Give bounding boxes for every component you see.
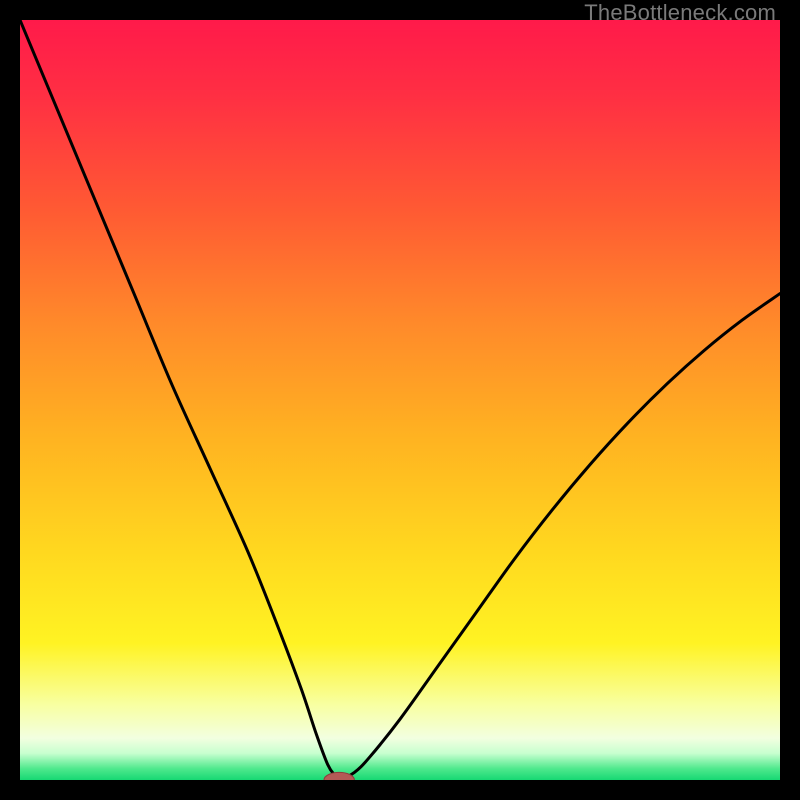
- watermark-text: TheBottleneck.com: [584, 0, 776, 26]
- chart-frame: [20, 20, 780, 780]
- bottleneck-plot: [20, 20, 780, 780]
- gradient-background: [20, 20, 780, 780]
